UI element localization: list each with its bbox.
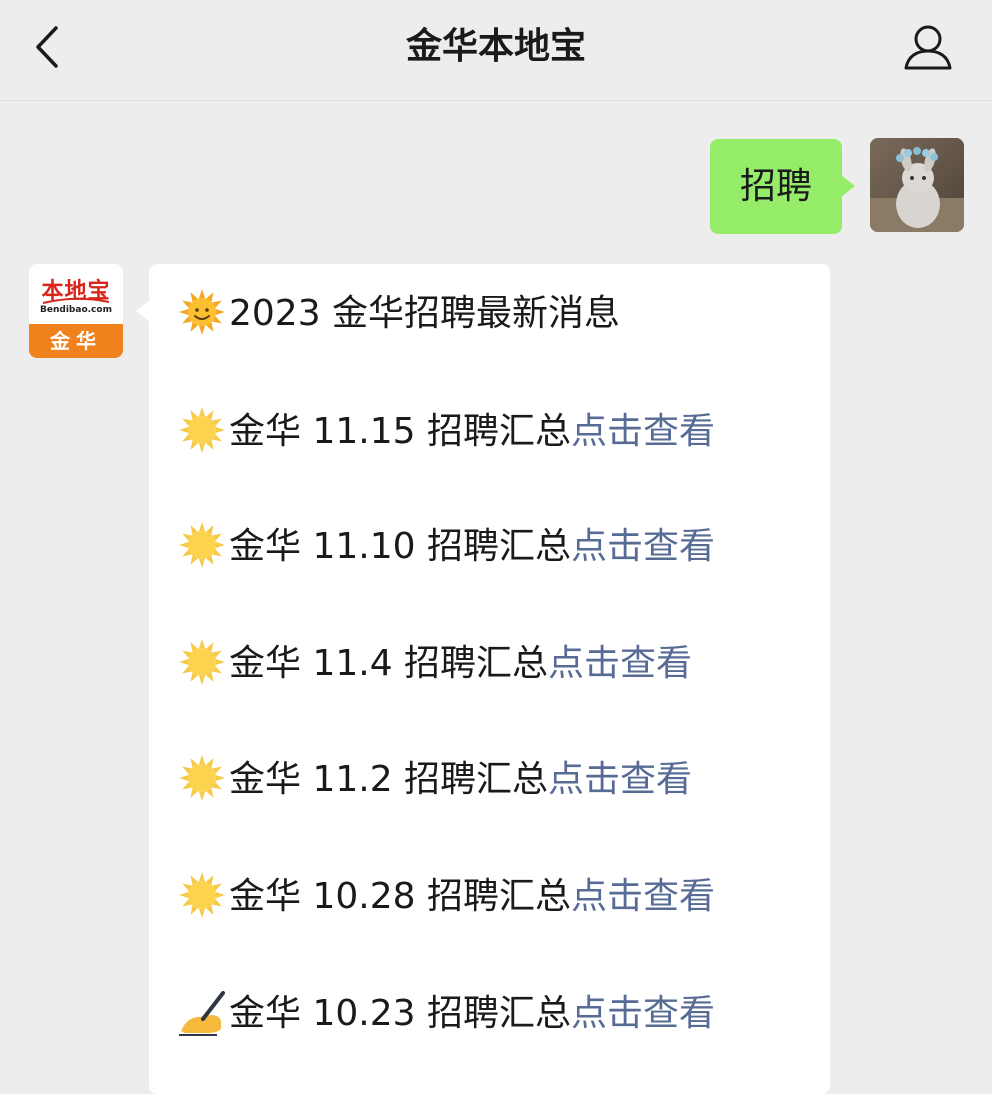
message-line-text: 金华 11.10 招聘汇总	[229, 526, 571, 567]
logo-swoosh-icon	[42, 297, 110, 304]
logo-url-text: Bendibao.com	[40, 305, 112, 315]
message-line[interactable]: 金华 10.28 招聘汇总点击查看	[177, 869, 715, 925]
view-link[interactable]: 点击查看	[571, 993, 715, 1034]
message-line[interactable]: 金华 10.23 招聘汇总点击查看	[177, 986, 715, 1042]
message-line-text: 金华 10.23 招聘汇总	[229, 993, 571, 1034]
view-link[interactable]: 点击查看	[548, 759, 692, 800]
incoming-message-bubble: 2023 金华招聘最新消息 金华 11.15 招聘汇总点击查看 金华 11.10 招…	[136, 264, 830, 1094]
message-line-text: 金华 10.28 招聘汇总	[229, 876, 571, 917]
view-link[interactable]: 点击查看	[548, 643, 692, 684]
view-link[interactable]: 点击查看	[571, 876, 715, 917]
writing-hand-icon	[179, 991, 225, 1036]
view-link[interactable]: 点击查看	[571, 526, 715, 567]
profile-button[interactable]	[900, 20, 956, 76]
sun-icon	[179, 872, 225, 918]
user-icon	[904, 25, 952, 70]
sun-icon	[179, 522, 225, 568]
chat-header: 金华本地宝	[0, 0, 992, 101]
sun-icon	[179, 407, 225, 453]
message-line-text: 金华 11.4 招聘汇总	[229, 643, 549, 684]
logo-top: 本地宝 Bendibao.com	[29, 264, 123, 324]
view-link[interactable]: 点击查看	[571, 411, 715, 452]
message-line-text: 2023 金华招聘最新消息	[229, 293, 621, 334]
message-line-text: 金华 11.15 招聘汇总	[229, 411, 571, 452]
message-line: 2023 金华招聘最新消息	[177, 286, 620, 342]
user-avatar[interactable]	[870, 138, 964, 232]
message-line[interactable]: 金华 11.4 招聘汇总点击查看	[177, 636, 692, 692]
chat-title: 金华本地宝	[405, 26, 586, 67]
bendibao-avatar[interactable]: 本地宝 Bendibao.com 金华	[29, 264, 123, 358]
rabbit-avatar-image	[870, 138, 964, 232]
outgoing-message-bubble[interactable]: 招聘	[710, 139, 855, 234]
message-line-text: 金华 11.2 招聘汇总	[229, 759, 549, 800]
message-line[interactable]: 金华 11.15 招聘汇总点击查看	[177, 404, 715, 460]
sun-face-icon	[179, 289, 225, 335]
logo-city-text: 金华	[29, 324, 123, 358]
sun-icon	[179, 639, 225, 685]
sun-icon	[179, 755, 225, 801]
message-line[interactable]: 金华 11.2 招聘汇总点击查看	[177, 752, 692, 808]
message-line[interactable]: 金华 11.10 招聘汇总点击查看	[177, 519, 715, 575]
